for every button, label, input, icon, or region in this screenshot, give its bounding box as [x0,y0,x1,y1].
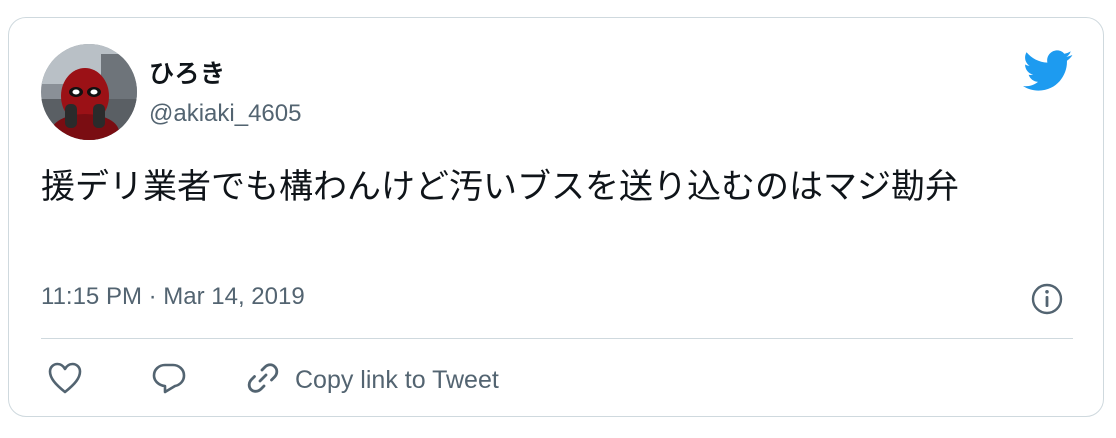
author-name[interactable]: ひろき [149,54,226,90]
author-handle[interactable]: @akiaki_4605 [149,100,301,128]
twitter-bird-icon[interactable] [1023,50,1073,92]
avatar-image [41,44,137,140]
tweet-timestamp[interactable]: 11:15 PM · Mar 14, 2019 [41,283,305,311]
copy-link-label: Copy link to Tweet [295,365,499,394]
reply-bubble-icon [151,360,187,400]
heart-icon [47,361,83,399]
tweet-card[interactable]: ひろき @akiaki_4605 援デリ業者でも構わんけど汚いブスを送り込むのは… [8,17,1104,417]
link-icon [245,360,281,400]
avatar[interactable] [41,44,137,140]
divider [41,338,1073,339]
reply-button[interactable] [151,360,191,400]
copy-link-button[interactable]: Copy link to Tweet [245,360,499,400]
info-icon[interactable] [1030,282,1064,316]
like-button[interactable] [47,360,87,400]
tweet-text: 援デリ業者でも構わんけど汚いブスを送り込むのはマジ勘弁 [41,167,959,207]
